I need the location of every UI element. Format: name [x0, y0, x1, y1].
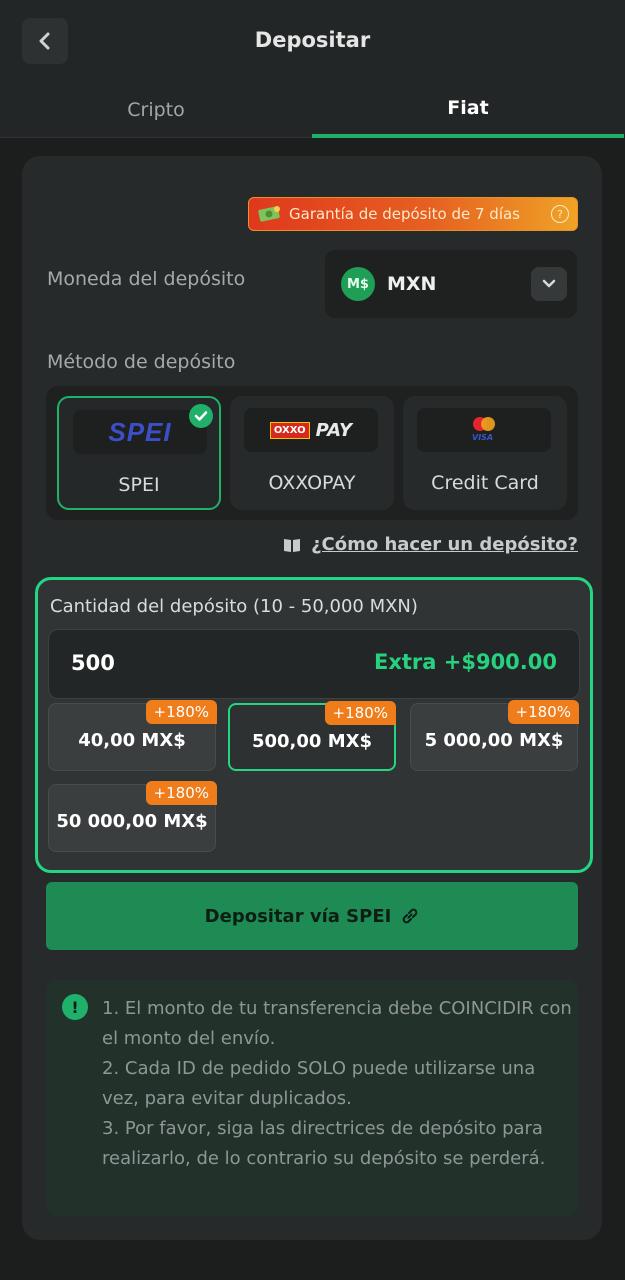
currency-dropdown-button[interactable] [531, 267, 567, 301]
preset-amount-label: 40,00 MX$ [78, 730, 186, 751]
preset-amount-button[interactable]: 5 000,00 MX$ +180% [410, 700, 579, 771]
warning-icon: ! [62, 994, 88, 1020]
currency-label: Moneda del depósito [47, 268, 246, 290]
notice-line: 1. El monto de tu transferencia debe COI… [102, 998, 572, 1049]
preset-amount-button[interactable]: 40,00 MX$ +180% [48, 700, 217, 771]
deposit-guarantee-badge[interactable]: Garantía de depósito de 7 días ? [248, 197, 578, 231]
preset-amount-label: 50 000,00 MX$ [56, 811, 208, 832]
method-credit-card[interactable]: VISA Credit Card [403, 396, 567, 510]
link-icon [401, 907, 419, 925]
deposit-notice: ! 1. El monto de tu transferencia debe C… [46, 980, 578, 1216]
notice-text: 1. El monto de tu transferencia debe COI… [102, 994, 572, 1174]
currency-select[interactable]: M$ MXN [325, 250, 577, 318]
card-logo: VISA [417, 408, 551, 452]
preset-amount-button[interactable]: 500,00 MX$ +180% [228, 701, 396, 771]
book-icon [283, 537, 301, 553]
currency-code: MXN [387, 273, 437, 295]
help-icon[interactable]: ? [551, 205, 569, 223]
money-icon [257, 203, 283, 225]
tab-fiat[interactable]: Fiat [312, 82, 624, 138]
spei-logo: SPEI [73, 410, 207, 454]
method-spei-label: SPEI [118, 474, 160, 496]
bonus-badge: +180% [324, 701, 396, 725]
guarantee-text: Garantía de depósito de 7 días [289, 205, 520, 223]
amount-field[interactable]: Extra +$900.00 [48, 629, 580, 699]
amount-title: Cantidad del depósito (10 - 50,000 MXN) [50, 596, 418, 617]
deposit-spei-button[interactable]: Depositar vía SPEI [46, 882, 578, 950]
method-spei[interactable]: SPEI SPEI [57, 396, 221, 510]
method-oxxopay[interactable]: OXXO PAY OXXOPAY [230, 396, 394, 510]
check-icon [189, 404, 213, 428]
tab-bar: Cripto Fiat [0, 82, 625, 138]
page-title: Depositar [254, 28, 371, 52]
mxn-coin-icon: M$ [341, 267, 375, 301]
header: Depositar Cripto Fiat [0, 0, 625, 138]
preset-amount-button[interactable]: 50 000,00 MX$ +180% [48, 781, 217, 852]
extra-bonus-text: Extra +$900.00 [373, 650, 557, 674]
how-to-deposit-text: ¿Cómo hacer un depósito? [311, 534, 578, 555]
method-list: SPEI SPEI OXXO PAY OXXOPAY VISA Credit C… [46, 386, 578, 520]
oxxopay-logo: OXXO PAY [244, 408, 378, 452]
method-credit-card-label: Credit Card [431, 472, 539, 494]
bonus-badge: +180% [145, 700, 217, 724]
preset-amount-label: 5 000,00 MX$ [424, 730, 564, 751]
amount-input[interactable] [69, 650, 323, 676]
chevron-down-icon [542, 279, 556, 288]
amount-panel: Cantidad del depósito (10 - 50,000 MXN) … [35, 577, 593, 873]
tab-cripto[interactable]: Cripto [0, 82, 312, 138]
mastercard-icon [473, 417, 495, 431]
bonus-badge: +180% [145, 781, 217, 805]
preset-amount-label: 500,00 MX$ [251, 731, 373, 752]
deposit-button-label: Depositar vía SPEI [204, 905, 392, 927]
how-to-deposit-link[interactable]: ¿Cómo hacer un depósito? [283, 534, 578, 555]
notice-line: 2. Cada ID de pedido SOLO puede utilizar… [102, 1058, 536, 1109]
method-oxxopay-label: OXXOPAY [268, 472, 356, 494]
method-label: Método de depósito [47, 351, 236, 373]
notice-line: 3. Por favor, siga las directrices de de… [102, 1118, 546, 1169]
bonus-badge: +180% [507, 700, 579, 724]
